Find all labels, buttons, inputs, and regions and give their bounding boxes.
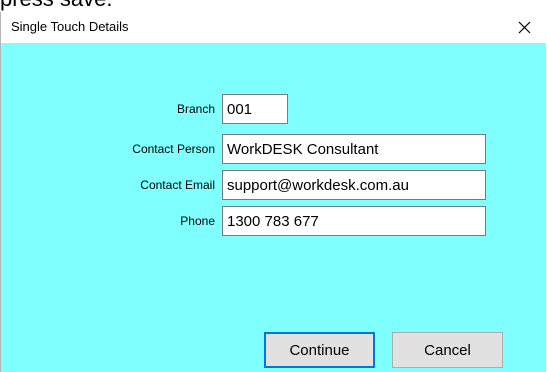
- screen: press save. Single Touch Details Branch …: [0, 0, 547, 372]
- cancel-button[interactable]: Cancel: [392, 332, 503, 368]
- contact-person-label: Contact Person: [132, 142, 215, 156]
- background-instruction-text: press save.: [0, 0, 113, 11]
- contact-email-row: Contact Email: [1, 170, 546, 200]
- phone-label: Phone: [180, 214, 215, 228]
- close-icon: [518, 21, 530, 34]
- contact-email-label: Contact Email: [140, 178, 215, 192]
- contact-email-field[interactable]: [222, 170, 486, 200]
- contact-person-row: Contact Person: [1, 134, 546, 164]
- close-button[interactable]: [502, 12, 546, 43]
- phone-row: Phone: [1, 206, 546, 236]
- dialog-title: Single Touch Details: [11, 19, 129, 34]
- branch-row: Branch: [1, 94, 546, 124]
- branch-field[interactable]: [222, 94, 288, 124]
- branch-label: Branch: [176, 102, 215, 116]
- continue-button[interactable]: Continue: [264, 332, 375, 368]
- contact-person-field[interactable]: [222, 134, 486, 164]
- phone-field[interactable]: [222, 206, 486, 236]
- dialog-titlebar: Single Touch Details: [1, 12, 546, 43]
- single-touch-details-dialog: Single Touch Details Branch Contact Pers…: [0, 12, 546, 372]
- dialog-body: Branch Contact Person Contact Email Phon…: [1, 43, 546, 372]
